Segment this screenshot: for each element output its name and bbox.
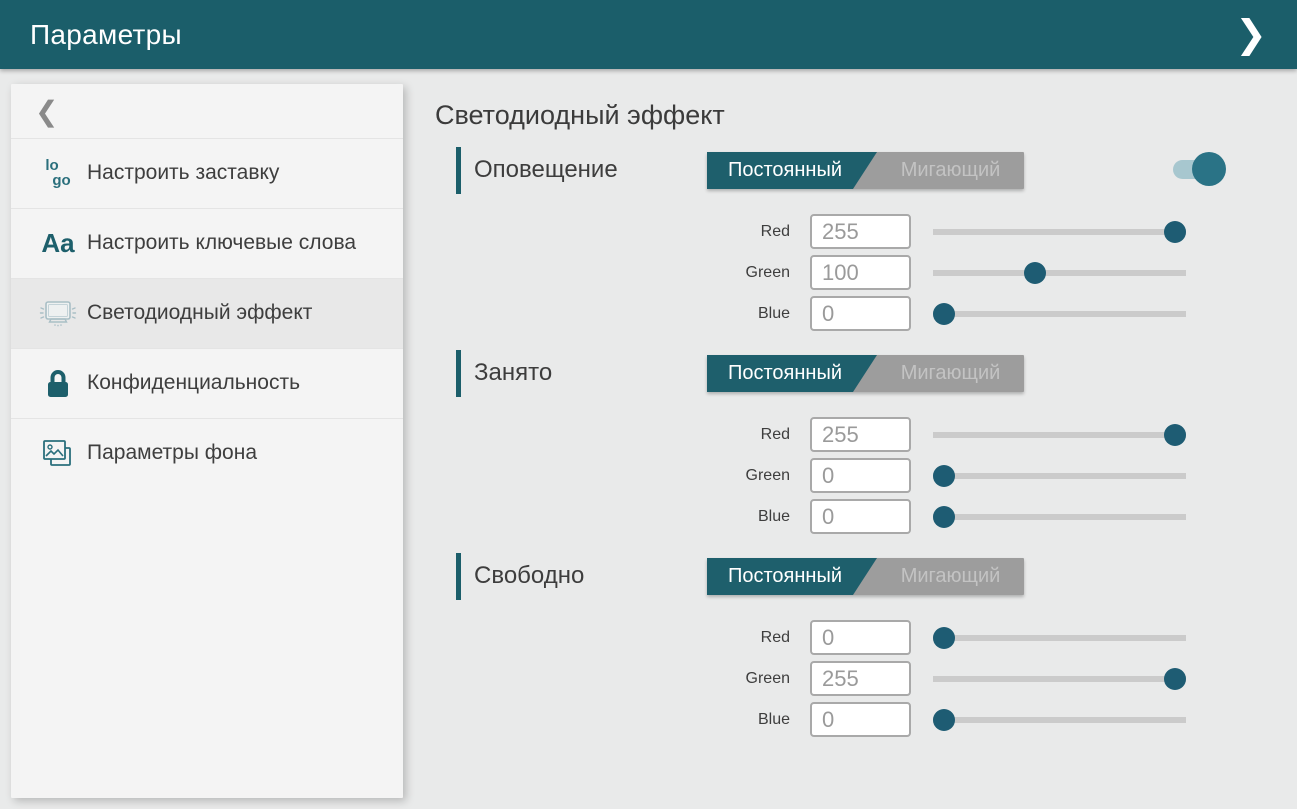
slider-track [933, 717, 1186, 723]
channel-value-input[interactable] [810, 499, 911, 534]
slider-track [933, 676, 1186, 682]
slider-thumb[interactable] [1164, 221, 1186, 243]
sidebar: ❮ logo Настроить заставку Aa Настроить к… [11, 84, 403, 798]
mode-option-blinking[interactable]: Мигающий [877, 152, 1024, 189]
alert-enabled-switch[interactable] [1173, 151, 1226, 187]
sidebar-item-keywords[interactable]: Aa Настроить ключевые слова [11, 208, 403, 278]
channel-value-input[interactable] [810, 620, 911, 655]
channel-label: Red [435, 223, 790, 241]
channel-slider[interactable] [933, 221, 1186, 243]
channel-value-input[interactable] [810, 702, 911, 737]
channel-slider[interactable] [933, 709, 1186, 731]
channel-label: Green [435, 670, 790, 688]
mode-option-constant[interactable]: Постоянный [707, 558, 877, 595]
channel-label: Red [435, 426, 790, 444]
channel-row-red: Red [435, 211, 1297, 252]
switch-thumb [1192, 152, 1226, 186]
keywords-icon: Aa [35, 228, 81, 259]
channel-value-input[interactable] [810, 458, 911, 493]
channel-slider[interactable] [933, 627, 1186, 649]
slider-track [933, 635, 1186, 641]
forward-chevron-icon[interactable]: ❯ [1227, 12, 1275, 58]
sidebar-item-background[interactable]: Параметры фона [11, 418, 403, 488]
mode-segmented-control: Мигающий Постоянный [707, 558, 1024, 595]
app-header: Параметры ❯ [0, 0, 1297, 69]
channel-row-green: Green [435, 455, 1297, 496]
slider-thumb[interactable] [933, 709, 955, 731]
channel-label: Blue [435, 711, 790, 729]
channel-row-green: Green [435, 658, 1297, 699]
section-title: Занято [474, 359, 552, 387]
channel-value-input[interactable] [810, 255, 911, 290]
slider-track [933, 432, 1186, 438]
accent-bar [456, 350, 461, 397]
sidebar-item-label: Настроить заставку [81, 160, 385, 186]
channel-row-green: Green [435, 252, 1297, 293]
slider-thumb[interactable] [933, 465, 955, 487]
channel-row-red: Red [435, 617, 1297, 658]
mode-option-blinking[interactable]: Мигающий [877, 355, 1024, 392]
back-chevron-icon: ❮ [35, 95, 58, 128]
sidebar-item-label: Конфиденциальность [81, 370, 385, 396]
channel-label: Blue [435, 508, 790, 526]
sidebar-item-label: Параметры фона [81, 440, 385, 466]
sidebar-item-privacy[interactable]: Конфиденциальность [11, 348, 403, 418]
channel-slider[interactable] [933, 424, 1186, 446]
channel-row-blue: Blue [435, 699, 1297, 740]
slider-thumb[interactable] [1164, 668, 1186, 690]
channel-label: Green [435, 467, 790, 485]
slider-track [933, 473, 1186, 479]
channel-slider[interactable] [933, 303, 1186, 325]
mode-segmented-control: Мигающий Постоянный [707, 152, 1024, 189]
page-title: Параметры [30, 19, 182, 51]
sidebar-item-led-effect[interactable]: Светодиодный эффект [11, 278, 403, 348]
slider-thumb[interactable] [933, 506, 955, 528]
section-title: Свободно [474, 562, 584, 590]
slider-track [933, 270, 1186, 276]
mode-option-blinking[interactable]: Мигающий [877, 558, 1024, 595]
sidebar-item-label: Светодиодный эффект [81, 300, 385, 326]
accent-bar [456, 147, 461, 194]
channel-value-input[interactable] [810, 417, 911, 452]
sidebar-item-label: Настроить ключевые слова [81, 230, 385, 256]
channel-label: Green [435, 264, 790, 282]
channel-label: Blue [435, 305, 790, 323]
channel-slider[interactable] [933, 465, 1186, 487]
channel-label: Red [435, 629, 790, 647]
slider-track [933, 229, 1186, 235]
main-title: Светодиодный эффект [435, 100, 1297, 131]
lock-icon [35, 368, 81, 400]
channel-value-input[interactable] [810, 661, 911, 696]
sidebar-item-splash-screen[interactable]: logo Настроить заставку [11, 138, 403, 208]
channel-value-input[interactable] [810, 214, 911, 249]
mode-segmented-control: Мигающий Постоянный [707, 355, 1024, 392]
accent-bar [456, 553, 461, 600]
channel-row-red: Red [435, 414, 1297, 455]
channel-row-blue: Blue [435, 293, 1297, 334]
slider-track [933, 311, 1186, 317]
slider-thumb[interactable] [933, 627, 955, 649]
section-busy: Занято Мигающий Постоянный Red Green [435, 349, 1297, 537]
channel-slider[interactable] [933, 668, 1186, 690]
led-screen-icon [35, 298, 81, 330]
logo-icon: logo [35, 159, 81, 188]
channel-slider[interactable] [933, 506, 1186, 528]
channel-row-blue: Blue [435, 496, 1297, 537]
slider-thumb[interactable] [1164, 424, 1186, 446]
channel-slider[interactable] [933, 262, 1186, 284]
slider-track [933, 514, 1186, 520]
mode-option-constant[interactable]: Постоянный [707, 152, 877, 189]
section-free: Свободно Мигающий Постоянный Red Green [435, 552, 1297, 740]
section-alert: Оповещение Мигающий Постоянный Red Green [435, 146, 1297, 334]
slider-thumb[interactable] [1024, 262, 1046, 284]
led-effect-panel: Светодиодный эффект Оповещение Мигающий … [435, 84, 1297, 740]
background-images-icon [35, 437, 81, 471]
section-title: Оповещение [474, 156, 618, 184]
slider-thumb[interactable] [933, 303, 955, 325]
mode-option-constant[interactable]: Постоянный [707, 355, 877, 392]
channel-value-input[interactable] [810, 296, 911, 331]
sidebar-collapse-button[interactable]: ❮ [11, 84, 403, 138]
